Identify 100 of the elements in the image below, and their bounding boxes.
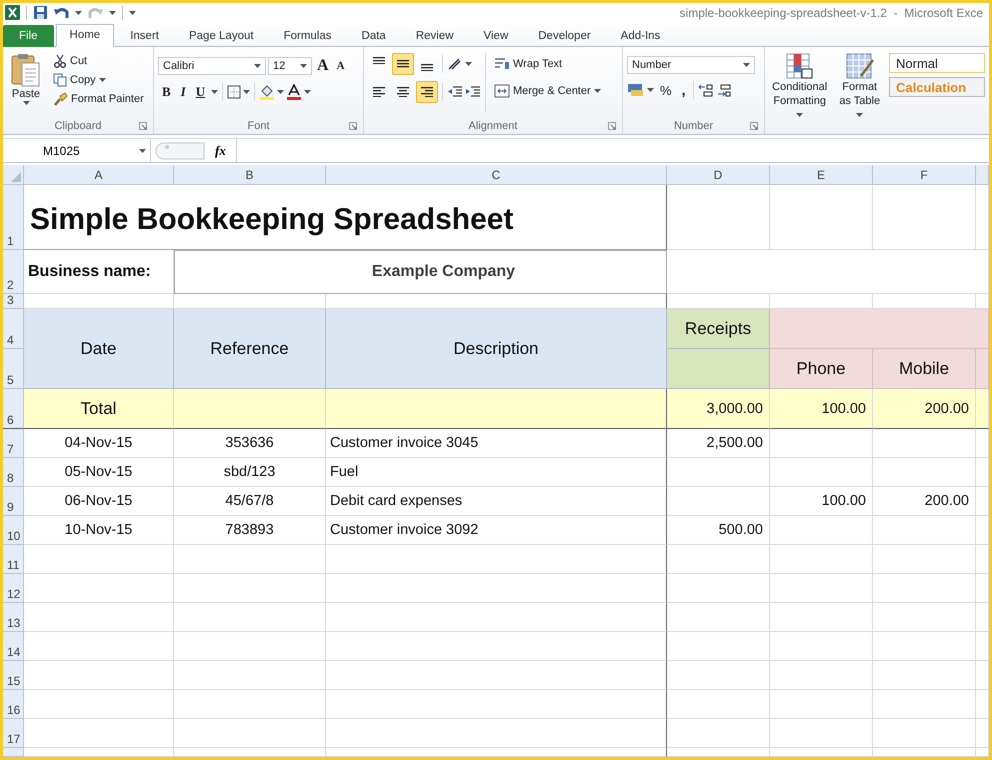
format-as-table-button[interactable]: Format as Table	[834, 51, 885, 134]
format-painter-button[interactable]: Format Painter	[49, 90, 148, 108]
font-name-dropdown[interactable]: Calibri	[158, 57, 266, 75]
table-cell: 04-Nov-15	[24, 429, 174, 458]
table-cell: 2,500.00	[667, 429, 770, 458]
customize-toolbar-icon	[129, 10, 136, 14]
column-header[interactable]: D	[667, 165, 770, 185]
wrap-text-button[interactable]: Wrap Text	[490, 55, 605, 73]
middle-align-button[interactable]	[392, 53, 414, 75]
row-header[interactable]: 10	[3, 516, 24, 545]
table-cell	[976, 349, 989, 389]
cut-button[interactable]: Cut	[49, 52, 148, 70]
row-header[interactable]: 13	[3, 603, 24, 632]
ribbon-tab[interactable]: Add-Ins	[606, 25, 674, 47]
fill-bucket-icon[interactable]	[259, 84, 276, 100]
row-header[interactable]: 2	[3, 250, 24, 294]
table-cell: Business name:	[24, 250, 174, 294]
cell-style-option[interactable]: Normal	[889, 53, 985, 73]
column-header[interactable]: F	[873, 165, 976, 185]
borders-icon[interactable]	[227, 85, 242, 99]
table-cell: Example Company	[174, 250, 667, 294]
ribbon-tab[interactable]: File	[3, 25, 54, 47]
group-label: Alignment	[468, 120, 518, 132]
undo-icon[interactable]	[54, 6, 69, 20]
increase-indent-icon[interactable]	[465, 85, 481, 99]
copy-icon	[53, 73, 67, 87]
decrease-decimal-icon[interactable]	[716, 83, 732, 97]
underline-button[interactable]: U	[192, 82, 210, 102]
name-box[interactable]: M1025	[3, 139, 151, 162]
save-icon[interactable]	[33, 5, 48, 20]
row-header[interactable]: 17	[3, 719, 24, 748]
row-header[interactable]: 6	[3, 389, 24, 429]
currency-icon[interactable]	[627, 83, 645, 97]
column-header[interactable]: A	[24, 165, 174, 185]
font-color-icon[interactable]	[286, 84, 302, 100]
table-cell	[976, 185, 989, 250]
row-header[interactable]: 16	[3, 690, 24, 719]
dialog-launcher-icon[interactable]	[349, 122, 357, 130]
ribbon-tab[interactable]: Home	[56, 24, 114, 47]
excel-logo-icon[interactable]	[5, 5, 20, 20]
scissors-icon	[53, 54, 67, 68]
caret-icon	[304, 90, 312, 94]
ribbon-tab[interactable]: Review	[402, 25, 468, 47]
dropdown-caret-icon	[139, 148, 146, 152]
total-cell: 3,000.00	[667, 389, 770, 429]
align-lines-icon	[397, 86, 409, 98]
merge-center-button[interactable]: Merge & Center	[490, 82, 605, 100]
table-cell	[976, 603, 989, 632]
column-heading: Phone	[770, 349, 873, 389]
row-header[interactable]: 5	[3, 349, 24, 389]
table-cell	[976, 661, 989, 690]
font-name: Calibri	[163, 60, 194, 72]
ribbon-tab[interactable]: Data	[348, 25, 400, 47]
row-header[interactable]: 9	[3, 487, 24, 516]
table-cell: 353636	[174, 429, 326, 458]
column-header[interactable]: C	[326, 165, 667, 185]
dialog-launcher-icon[interactable]	[750, 122, 758, 130]
text-orientation-icon[interactable]	[447, 57, 463, 71]
ribbon-tab[interactable]: Page Layout	[174, 25, 268, 47]
row-header[interactable]: 3	[3, 294, 24, 309]
copy-button[interactable]: Copy	[49, 71, 148, 89]
comma-style-button[interactable]: ,	[678, 80, 690, 100]
percent-button[interactable]: %	[656, 80, 676, 100]
row-header[interactable]: 14	[3, 632, 24, 661]
ribbon-tab[interactable]: View	[470, 25, 522, 47]
bold-button[interactable]: B	[158, 82, 175, 102]
increase-decimal-icon[interactable]	[698, 83, 714, 97]
dialog-launcher-icon[interactable]	[608, 122, 616, 130]
row-header[interactable]: 12	[3, 574, 24, 603]
align-right-button[interactable]	[416, 81, 438, 103]
row-header[interactable]: 8	[3, 458, 24, 487]
caret-icon	[22, 101, 30, 105]
grow-font-button[interactable]: A	[314, 56, 332, 76]
row-header[interactable]: 7	[3, 429, 24, 458]
column-header[interactable]: E	[770, 165, 873, 185]
ribbon-tab[interactable]: Developer	[524, 25, 605, 47]
ribbon-tab[interactable]: Insert	[116, 25, 173, 47]
insert-function-button[interactable]: fx	[209, 142, 232, 158]
row-header[interactable]: 11	[3, 545, 24, 574]
row-header[interactable]: 1	[3, 185, 24, 250]
table-cell: Customer invoice 3045	[326, 429, 667, 458]
formula-bar-resize-handle[interactable]	[155, 142, 205, 160]
group-label: Clipboard	[54, 120, 102, 132]
italic-button[interactable]: I	[176, 82, 190, 102]
decrease-indent-icon[interactable]	[447, 85, 463, 99]
table-cell	[976, 516, 989, 545]
row-header[interactable]: 15	[3, 661, 24, 690]
paste-button[interactable]: Paste	[7, 50, 45, 118]
conditional-formatting-button[interactable]: Conditional Formatting	[769, 51, 830, 134]
table-cell: 100.00	[770, 487, 873, 516]
font-size-dropdown[interactable]: 12	[268, 57, 312, 75]
table-cell: Fuel	[326, 458, 667, 487]
dialog-launcher-icon[interactable]	[139, 122, 147, 130]
ribbon-tab[interactable]: Formulas	[270, 25, 346, 47]
number-format-dropdown[interactable]: Number	[627, 56, 755, 74]
shrink-font-button[interactable]: A	[334, 59, 348, 73]
caret-icon	[98, 78, 106, 82]
row-header[interactable]: 4	[3, 309, 24, 349]
column-header[interactable]: B	[174, 165, 326, 185]
table-cell: 06-Nov-15	[24, 487, 174, 516]
